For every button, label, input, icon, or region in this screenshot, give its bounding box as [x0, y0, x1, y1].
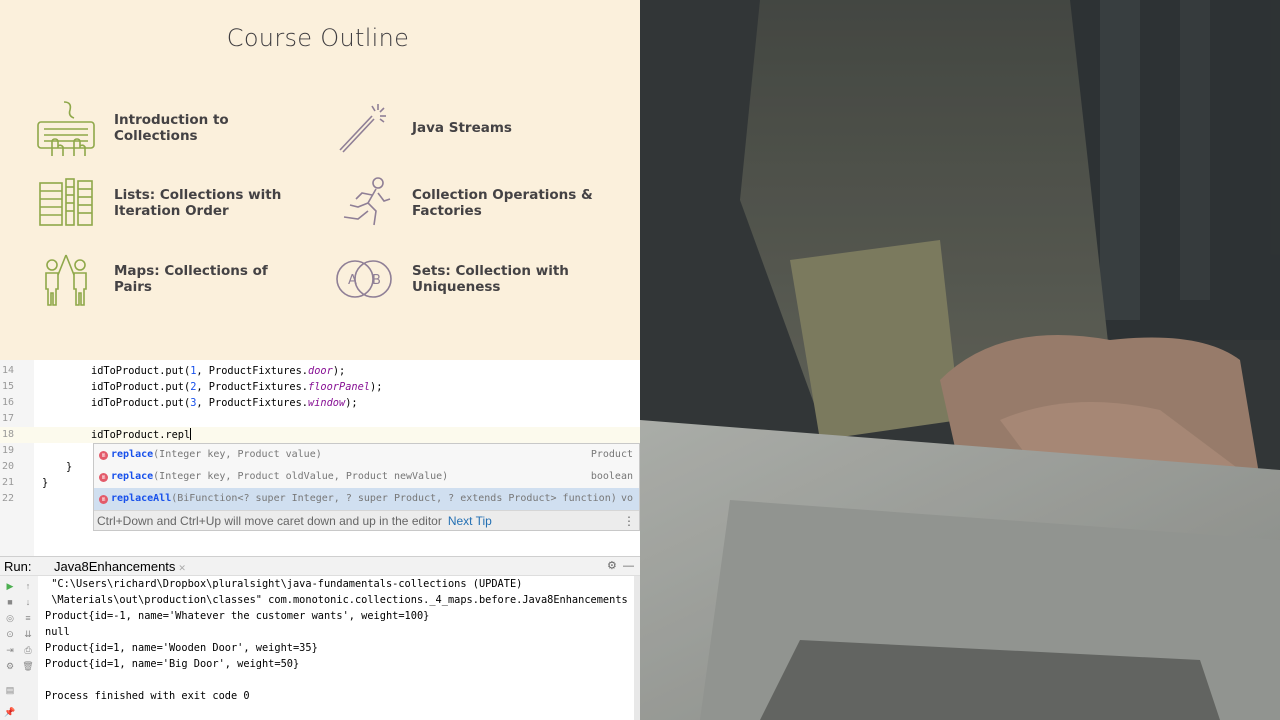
console-line: Product{id=1, name='Big Door', weight=50…: [45, 658, 300, 670]
run-label: Run:: [4, 559, 32, 574]
topic-lists: Lists: Collections with Iteration Order: [34, 173, 299, 233]
venn-diagram-icon: A B: [332, 249, 396, 309]
scroll-up-icon[interactable]: ↑: [21, 581, 35, 591]
scroll-to-end-icon[interactable]: ⇊: [21, 629, 35, 640]
topic-label: Maps: Collections of Pairs: [114, 263, 268, 295]
table-list-icon: [34, 173, 98, 233]
print-icon[interactable]: ⎙: [21, 645, 35, 656]
rerun-icon[interactable]: ▶: [3, 581, 17, 592]
venn-label-b: B: [372, 273, 381, 288]
topic-java-streams: Java Streams: [332, 98, 612, 158]
code-line[interactable]: 16 idToProduct.put(3, ProductFixtures.wi…: [0, 395, 640, 411]
console-line: Process finished with exit code 0: [45, 690, 250, 702]
presenter-photo: [640, 0, 1280, 720]
console-line: \Materials\out\production\classes" com.m…: [45, 594, 628, 606]
stop-icon[interactable]: ■: [3, 597, 17, 607]
topic-label: Sets: Collection with Uniqueness: [412, 263, 569, 295]
method-icon: m: [99, 495, 108, 504]
trash-icon[interactable]: 🗑: [21, 661, 35, 672]
console-line: Product{id=-1, name='Whatever the custom…: [45, 610, 430, 622]
magic-wand-icon: [332, 98, 396, 158]
console-line: null: [45, 626, 70, 638]
next-tip-link[interactable]: Next Tip: [448, 514, 492, 528]
code-line[interactable]: 17: [0, 411, 640, 427]
topic-sets: A B Sets: Collection with Uniqueness: [332, 249, 612, 309]
run-tool-window: Run: Java8Enhancements ✕ ⚙ — ▶ ↑ ■ ↓ ◎ ≡ …: [0, 556, 640, 720]
topic-label: Collection Operations & Factories: [412, 187, 593, 219]
high-five-people-icon: [34, 249, 98, 309]
console-line: "C:\Users\richard\Dropbox\pluralsight\ja…: [45, 578, 523, 590]
running-person-icon: [332, 173, 396, 233]
venn-label-a: A: [348, 273, 357, 288]
run-toolbar: ▶ ↑ ■ ↓ ◎ ≡ ⊙ ⇊ ⇥ ⎙ ⚙ 🗑 ▤ 📌: [0, 576, 38, 720]
topic-collection-operations: Collection Operations & Factories: [332, 173, 612, 233]
completion-item[interactable]: m replace(Integer key, Product oldValue, …: [94, 466, 639, 488]
pin-icon[interactable]: 📌: [3, 707, 17, 718]
code-line[interactable]: 14 idToProduct.put(1, ProductFixtures.do…: [0, 363, 640, 379]
text-caret: [190, 428, 192, 440]
camera-icon[interactable]: ◎: [3, 613, 17, 624]
completion-item[interactable]: m replace(Integer key, Product value) Pro…: [94, 444, 639, 466]
completion-item-selected[interactable]: m replaceAll(BiFunction<? super Integer, …: [94, 488, 639, 510]
settings-icon[interactable]: ⚙: [3, 661, 17, 672]
run-config-tab[interactable]: Java8Enhancements ✕: [44, 557, 202, 576]
code-line-current[interactable]: 18 idToProduct.repl: [0, 427, 640, 443]
topic-label: Lists: Collections with Iteration Order: [114, 187, 282, 219]
topic-maps: Maps: Collections of Pairs: [34, 249, 299, 309]
run-header: Run: Java8Enhancements ✕ ⚙ —: [0, 556, 640, 576]
console-line: Product{id=1, name='Wooden Door', weight…: [45, 642, 318, 654]
topic-label: Introduction to Collections: [114, 112, 229, 144]
course-outline-slide: Course Outline Introduction to Collectio…: [0, 0, 640, 360]
method-icon: m: [99, 473, 108, 482]
scroll-down-icon[interactable]: ↓: [21, 597, 35, 607]
minimize-icon[interactable]: —: [623, 560, 634, 572]
method-icon: m: [99, 451, 108, 460]
code-line[interactable]: 15 idToProduct.put(2, ProductFixtures.fl…: [0, 379, 640, 395]
slide-title: Course Outline: [226, 24, 410, 52]
gear-icon[interactable]: ⚙: [607, 560, 617, 572]
exit-icon[interactable]: ⇥: [3, 645, 17, 656]
topic-introduction: Introduction to Collections: [34, 98, 299, 158]
topic-label: Java Streams: [412, 120, 512, 136]
layout-icon[interactable]: ▤: [3, 685, 17, 696]
close-icon[interactable]: ✕: [178, 563, 186, 573]
soft-wrap-icon[interactable]: ≡: [21, 613, 35, 623]
more-options-icon[interactable]: ⋮: [623, 511, 635, 531]
console-output[interactable]: "C:\Users\richard\Dropbox\pluralsight\ja…: [45, 576, 628, 704]
keyboard-hands-icon: [34, 98, 98, 158]
restore-icon[interactable]: ⊙: [3, 629, 17, 640]
completion-tip-bar: Ctrl+Down and Ctrl+Up will move caret do…: [94, 510, 639, 530]
code-completion-popup[interactable]: m replace(Integer key, Product value) Pro…: [93, 443, 640, 531]
